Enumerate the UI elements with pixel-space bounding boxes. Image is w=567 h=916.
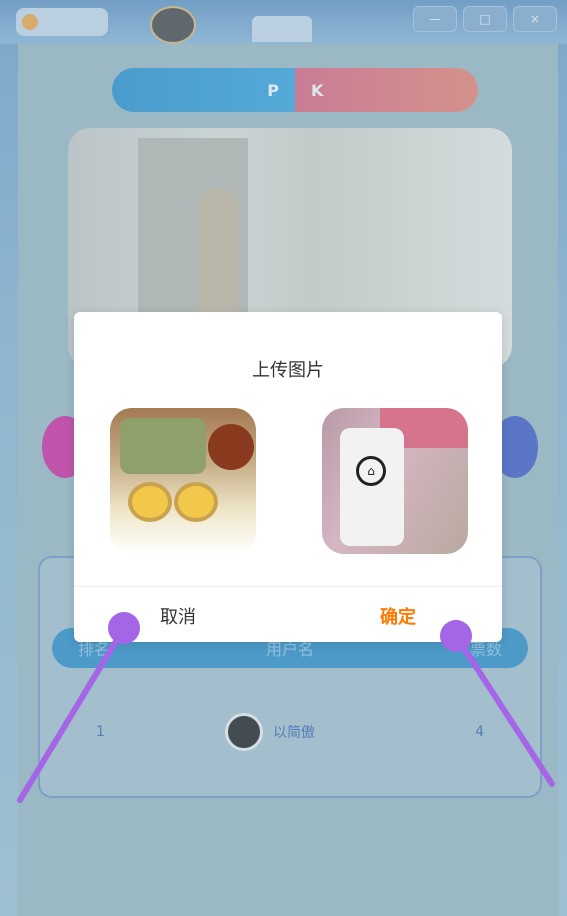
- thumb-food-bowl: [208, 424, 254, 470]
- dialog-divider: [74, 586, 502, 587]
- annotation-marker-cancel: [108, 612, 140, 644]
- annotation-marker-confirm: [440, 620, 472, 652]
- upload-image-dialog: 上传图片 ⌂ 取消 确定: [74, 312, 502, 642]
- thumb-cup: [340, 428, 404, 546]
- thumb-food-plate: [120, 418, 206, 474]
- thumb-egg-tart: [174, 482, 218, 522]
- thumb-egg-tart: [128, 482, 172, 522]
- confirm-button[interactable]: 确定: [338, 598, 458, 634]
- dialog-title: 上传图片: [252, 360, 324, 381]
- upload-thumb-right[interactable]: ⌂: [322, 408, 468, 554]
- upload-thumb-left[interactable]: [110, 408, 256, 554]
- cup-logo-icon: ⌂: [356, 456, 386, 486]
